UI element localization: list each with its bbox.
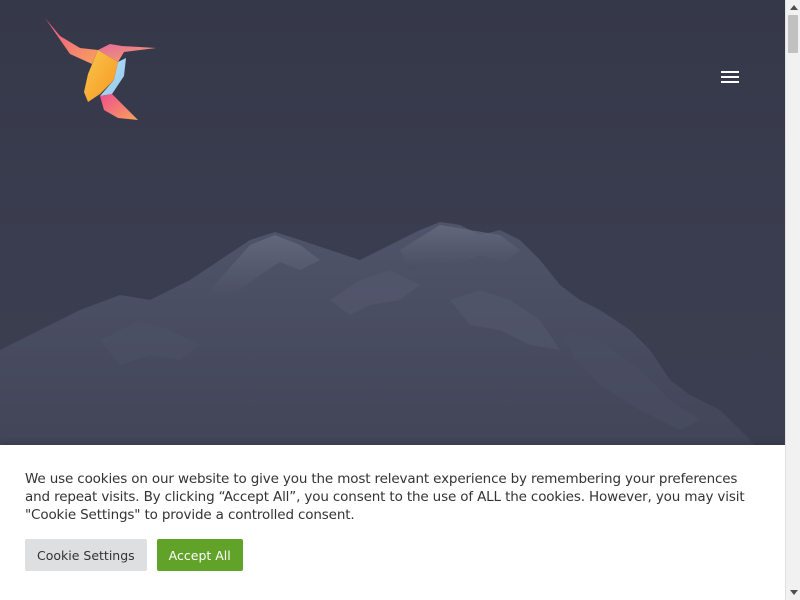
hamburger-menu-icon[interactable] (712, 62, 748, 92)
cookie-message: We use cookies on our website to give yo… (25, 471, 745, 523)
menu-bars (721, 68, 739, 86)
hummingbird-logo-icon[interactable] (40, 14, 160, 124)
scroll-down-arrow-icon[interactable] (786, 585, 800, 600)
scrollbar-thumb[interactable] (788, 15, 798, 53)
cookie-settings-button[interactable]: Cookie Settings (25, 539, 147, 571)
cookie-consent-banner: We use cookies on our website to give yo… (0, 445, 785, 600)
page-viewport: We use cookies on our website to give yo… (0, 0, 800, 600)
cookie-actions: Cookie Settings Accept All (25, 539, 760, 571)
accept-all-button[interactable]: Accept All (156, 539, 243, 571)
scroll-up-arrow-icon[interactable] (786, 0, 800, 15)
vertical-scrollbar[interactable] (785, 0, 800, 600)
